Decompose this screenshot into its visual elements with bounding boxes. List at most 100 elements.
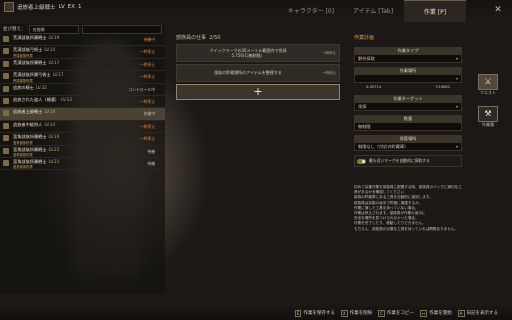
- delete-work-button[interactable]: X 作業を削除: [340, 309, 372, 317]
- tab-character[interactable]: キャラクター [0]: [280, 0, 342, 22]
- member-icon: [3, 60, 9, 67]
- tasks-count: 2/50: [209, 35, 221, 41]
- member-level: LV.14: [44, 121, 56, 127]
- member-name: 追放者上級戦士: [13, 109, 43, 115]
- chevron-down-icon: ▾: [455, 76, 458, 81]
- member-icon: [3, 73, 9, 80]
- plan-description: 初めて採集作業を部族員に配置する時、部族員のバッグに適切な工具があるかを確認して…: [354, 185, 462, 231]
- member-name: 荒漠部族弓術士: [13, 47, 43, 53]
- member-status: 一時停止: [139, 61, 155, 67]
- list-item[interactable]: 追放の騎士 LV.32 コントロール中: [0, 84, 165, 96]
- qty-label: 数量: [354, 115, 462, 122]
- member-sub: 蛮角部族所属: [13, 153, 33, 158]
- list-item[interactable]: 蛮角部族所属戦士 LV.16 蛮角部族所属 一時停止: [0, 133, 165, 146]
- member-level: LV.21: [48, 158, 60, 164]
- player-info: 追放者上級戦士 LV EX 1: [4, 2, 82, 12]
- tasks-title: 部族員の仕事 2/50: [176, 35, 221, 41]
- player-badge-icon: [4, 2, 14, 12]
- member-name: 荒漠部族所属戦士: [13, 59, 47, 65]
- workshop-icon: ⚒: [478, 106, 498, 122]
- list-item-selected[interactable]: 追放者上級戦士 LV.18 作業中: [0, 108, 165, 121]
- location-label: 作業場所: [354, 67, 462, 74]
- target-select[interactable]: 伐採 ▾: [354, 102, 462, 111]
- key-hint: A: [457, 309, 465, 317]
- member-status: 一時停止: [139, 123, 155, 129]
- member-status: 一時停止: [139, 98, 155, 104]
- list-item[interactable]: 追放された盗人（補遣） LV.13 一時停止: [0, 96, 165, 109]
- list-item[interactable]: 蛮角部族所属戦士 LV.21 蛮角部族所属 待機: [0, 158, 165, 171]
- member-level: LV.32: [35, 84, 47, 90]
- list-item[interactable]: 荒漠部族所属弓術士 LV.17 荒漠部族所属 一時停止: [0, 71, 165, 84]
- top-bar: 追放者上級戦士 LV EX 1 キャラクター [0] アイテム [Tab] 作業…: [0, 0, 512, 22]
- plan-panel: 作業計画 作業タイプ 野外採取 ▾ 作業場所 ▾ X:30714 Y:16662 作…: [354, 34, 462, 232]
- store-label: 保管場所: [354, 135, 462, 142]
- search-input[interactable]: [82, 24, 162, 34]
- member-icon: [3, 85, 9, 92]
- member-status: 一時停止: [139, 74, 155, 80]
- store-select[interactable]: 制限なし（付近の貯蔵庫） ▾: [354, 142, 462, 151]
- task-status[interactable]: 一時停止: [322, 51, 336, 56]
- add-task-button[interactable]: +: [176, 84, 340, 100]
- task-status[interactable]: 一時停止: [322, 71, 336, 76]
- player-rank: EX: [67, 4, 75, 10]
- member-name: 荒漠部族所属戦士: [13, 35, 47, 40]
- member-sub: 蛮角部族所属: [13, 165, 33, 170]
- key-hint: X: [340, 309, 348, 317]
- list-item[interactable]: 追放者中級狩人 LV.14 一時停止: [0, 121, 165, 134]
- member-name: 追放の騎士: [13, 84, 34, 90]
- member-level: LV.17: [48, 59, 60, 65]
- member-status: 一時停止: [139, 136, 155, 142]
- member-list: 並び替え： 名前順 荒漠部族所属戦士 LV.19 待機中 荒漠部族弓術士 LV.14 荒…: [0, 24, 165, 294]
- member-name: 追放された盗人（補遣）: [13, 96, 60, 102]
- list-header: 並び替え： 名前順: [0, 24, 165, 34]
- bottom-bar: E 作業を保存する X 作業を削除 C 作業をコピー ↔ 作業を開始 A 日記を表示する: [0, 306, 512, 320]
- plan-title: 作業計画: [354, 35, 375, 41]
- main-tabs: キャラクター [0] アイテム [Tab] 作業 [P]: [280, 0, 466, 22]
- task-text: クイックマークの30メートル範囲内で伐採 5,756(1)無制限）: [209, 48, 287, 58]
- task-item[interactable]: クイックマークの30メートル範囲内で伐採 5,756(1)無制限） 一時停止: [176, 44, 340, 62]
- start-work-button[interactable]: ↔ 作業を開始: [419, 309, 452, 317]
- save-work-button[interactable]: E 作業を保存する: [294, 309, 335, 317]
- qty-input[interactable]: 無制限: [354, 122, 462, 131]
- close-icon[interactable]: ✕: [492, 4, 504, 16]
- member-icon: [3, 110, 9, 117]
- list-item[interactable]: 荒漠部族弓術士 LV.14 荒漠部族所属 一時停止: [0, 46, 165, 59]
- auto-collect-label: 最も近いマークを自動的に採取する: [369, 158, 430, 163]
- key-hint: C: [378, 309, 385, 317]
- auto-collect-toggle[interactable]: [357, 158, 366, 164]
- show-diary-button[interactable]: A 日記を表示する: [457, 309, 498, 317]
- auto-collect-toggle-row[interactable]: 最も近いマークを自動的に採取する: [354, 155, 462, 167]
- side-workshop-label: 作業場: [482, 122, 494, 127]
- list-item[interactable]: 荒漠部族所属戦士 LV.17 一時停止: [0, 59, 165, 72]
- tab-work[interactable]: 作業 [P]: [404, 0, 466, 22]
- list-item[interactable]: 荒漠部族所属戦士 LV.19 待機中: [0, 34, 165, 47]
- coordinates: X:30714 Y:16662: [354, 83, 462, 91]
- member-icon: [3, 97, 9, 104]
- side-quest-button[interactable]: ⚔ クエスト: [470, 74, 506, 96]
- list-item[interactable]: 蛮角部族所属戦士 LV.22 蛮角部族所属 待機: [0, 146, 165, 158]
- chevron-down-icon: ▾: [455, 56, 458, 61]
- member-level: LV.18: [44, 109, 56, 115]
- member-level: LV.17: [52, 72, 64, 78]
- member-name: 蛮角部族所属戦士: [13, 146, 47, 152]
- sort-label: 並び替え：: [3, 27, 26, 32]
- member-name: 追放者中級狩人: [13, 121, 43, 127]
- side-workshop-button[interactable]: ⚒ 作業場: [470, 106, 506, 128]
- tab-items[interactable]: アイテム [Tab]: [342, 0, 404, 22]
- member-sub: 蛮角部族所属: [13, 140, 33, 145]
- sort-dropdown[interactable]: 名前順: [28, 24, 79, 34]
- type-select[interactable]: 野外採取 ▾: [354, 54, 462, 63]
- key-hint: ↔: [419, 309, 428, 317]
- member-name: 荒漠部族所属弓術士: [13, 72, 51, 78]
- member-icon: [3, 36, 9, 42]
- coord-y: Y:16662: [435, 85, 450, 89]
- location-select[interactable]: ▾: [354, 74, 462, 83]
- task-item[interactable]: 部族の貯蔵場所のアイテムを整理する 一時停止: [176, 64, 340, 82]
- member-sub: 荒漠部族所属: [13, 53, 33, 58]
- member-status: コントロール中: [128, 86, 155, 92]
- target-label: 作業ターゲット: [354, 95, 462, 102]
- quest-icon: ⚔: [478, 74, 498, 90]
- side-quest-label: クエスト: [480, 90, 496, 95]
- coord-x: X:30714: [366, 85, 382, 89]
- copy-work-button[interactable]: C 作業をコピー: [378, 309, 414, 317]
